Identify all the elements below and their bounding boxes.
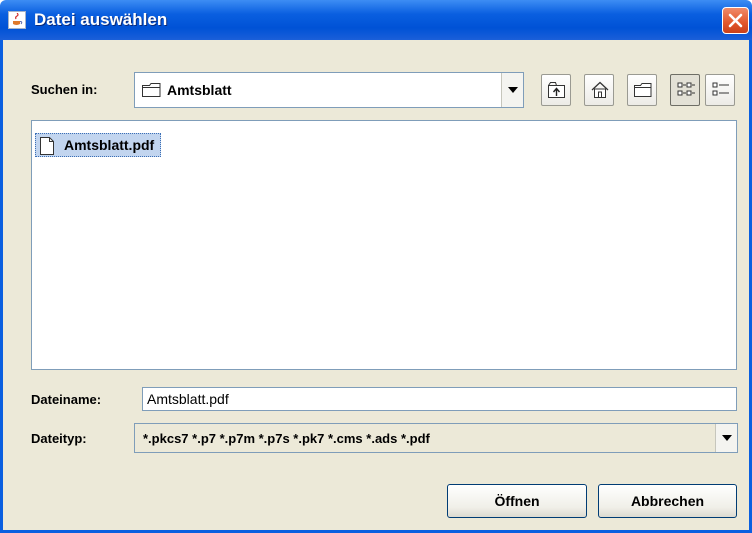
- open-button[interactable]: Öffnen: [447, 484, 587, 518]
- file-icon: [40, 137, 54, 155]
- lookin-combo[interactable]: Amtsblatt: [134, 72, 524, 108]
- new-folder-icon: [634, 83, 652, 97]
- filetype-value: *.pkcs7 *.p7 *.p7m *.p7s *.pk7 *.cms *.a…: [143, 431, 430, 446]
- lookin-value: Amtsblatt: [167, 82, 232, 98]
- home-button[interactable]: [584, 74, 614, 106]
- filename-field[interactable]: [142, 387, 737, 411]
- list-view-button[interactable]: [670, 74, 700, 106]
- details-view-icon: [712, 82, 729, 96]
- up-one-level-button[interactable]: [541, 74, 571, 106]
- file-list-item[interactable]: Amtsblatt.pdf: [35, 133, 162, 157]
- filetype-dropdown-button[interactable]: [715, 424, 737, 452]
- lookin-dropdown-button[interactable]: [501, 73, 523, 107]
- up-one-level-icon: [548, 82, 565, 98]
- new-folder-button[interactable]: [627, 74, 657, 106]
- filetype-label: Dateityp:: [31, 431, 87, 446]
- window-title: Datei auswählen: [34, 10, 168, 29]
- java-cup-icon: [8, 11, 26, 29]
- lookin-label: Suchen in:: [31, 82, 98, 97]
- title-bar[interactable]: Datei auswählen: [0, 0, 752, 40]
- close-button[interactable]: [722, 7, 749, 34]
- list-view-icon: [677, 82, 695, 96]
- file-chooser-dialog: Datei auswählen Suchen in: Amtsblatt Amt…: [0, 0, 752, 533]
- chevron-down-icon: [722, 435, 732, 441]
- folder-icon: [142, 83, 161, 97]
- filetype-combo[interactable]: *.pkcs7 *.p7 *.p7m *.p7s *.pk7 *.cms *.a…: [134, 423, 738, 453]
- details-view-button[interactable]: [705, 74, 735, 106]
- file-name: Amtsblatt.pdf: [64, 137, 155, 153]
- chevron-down-icon: [508, 87, 518, 93]
- close-icon: [728, 13, 743, 28]
- filename-label: Dateiname:: [31, 392, 102, 407]
- home-icon: [591, 81, 609, 98]
- file-list[interactable]: Amtsblatt.pdf: [31, 120, 737, 370]
- cancel-button[interactable]: Abbrechen: [598, 484, 737, 518]
